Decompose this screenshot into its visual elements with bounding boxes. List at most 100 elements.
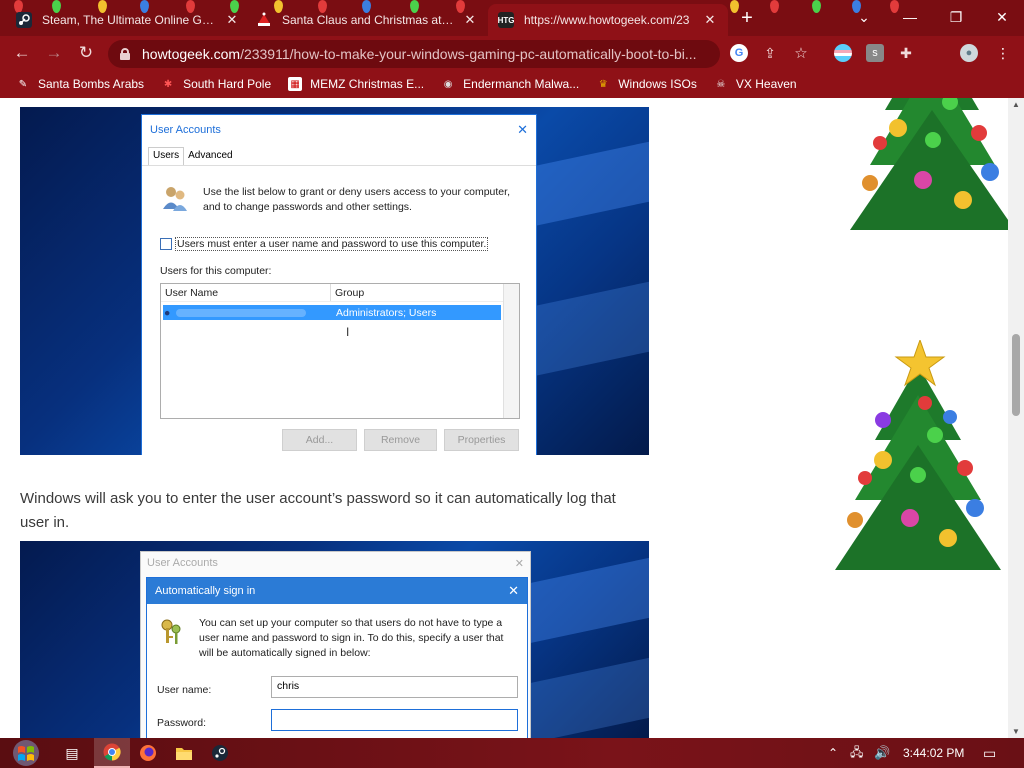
close-icon: ✕ <box>514 557 524 570</box>
bookmark-south-hard-pole[interactable]: ✱ South Hard Pole <box>161 77 271 91</box>
profile-avatar-icon[interactable]: ● <box>960 44 978 62</box>
tab-howtogeek[interactable]: HTG https://www.howtogeek.com/23 ✕ <box>488 4 728 36</box>
extension-flag-icon[interactable] <box>834 44 852 62</box>
bookmark-windows-isos[interactable]: ♛ Windows ISOs <box>596 77 697 91</box>
background-dialog-title: User Accounts <box>147 557 218 569</box>
steam-taskbar-button[interactable] <box>202 738 238 768</box>
bookmark-label: MEMZ Christmas E... <box>310 77 425 91</box>
bookmark-star-icon[interactable]: ☆ <box>792 44 810 62</box>
users-list-header: User Name Group <box>161 284 519 302</box>
close-icon: ✕ <box>517 122 528 137</box>
steam-icon <box>16 12 32 28</box>
user-icon: ● <box>164 306 171 319</box>
share-icon[interactable]: ⇪ <box>761 44 779 62</box>
extensions-puzzle-icon[interactable]: ✚ <box>897 44 915 62</box>
bookmark-endermanch-malware[interactable]: ◉ Endermanch Malwa... <box>441 77 579 91</box>
menu-kebab-icon[interactable]: ⋮ <box>994 44 1012 62</box>
tab-strip: Steam, The Ultimate Online Gam ✕ Santa C… <box>0 0 1024 36</box>
maximize-button[interactable]: ❐ <box>944 6 968 28</box>
windows-isos-icon: ♛ <box>598 78 608 90</box>
task-view-icon[interactable]: ▤ <box>54 738 90 768</box>
firefox-taskbar-button[interactable] <box>130 738 166 768</box>
start-button[interactable] <box>8 738 44 768</box>
users-list-label: Users for this computer: <box>160 265 272 277</box>
network-icon[interactable]: 🖧 <box>850 738 863 768</box>
username-field: chris <box>271 676 518 698</box>
dialog-description: Use the list below to grant or deny user… <box>203 186 510 213</box>
close-tab-icon[interactable]: ✕ <box>224 12 240 28</box>
memz-icon: ▦ <box>288 77 303 91</box>
htg-icon: HTG <box>498 12 514 28</box>
bookmark-santa-bombs-arabs[interactable]: ✎ Santa Bombs Arabs <box>16 77 144 91</box>
folder-icon <box>176 748 192 760</box>
require-password-checkbox-row: Users must enter a user name and passwor… <box>160 237 489 251</box>
dialog-description: You can set up your computer so that use… <box>199 617 504 659</box>
username-label: User name: <box>157 684 212 696</box>
bookmark-memz-christmas[interactable]: ▦ MEMZ Christmas E... <box>288 77 424 91</box>
close-tab-icon[interactable]: ✕ <box>702 12 718 28</box>
extension-s-icon[interactable]: s <box>866 44 884 62</box>
christmas-tree-decoration <box>830 338 1005 578</box>
windows-logo-icon <box>13 740 39 766</box>
clock[interactable]: 3:44:02 PM <box>903 738 964 768</box>
file-explorer-taskbar-button[interactable] <box>166 738 202 768</box>
reload-button[interactable]: ↻ <box>75 42 97 64</box>
tab-santa[interactable]: Santa Claus and Christmas at the ✕ <box>246 4 488 36</box>
back-button[interactable]: ← <box>11 42 33 64</box>
snowflake-icon: ✱ <box>163 78 173 90</box>
tab-search-icon[interactable]: ⌄ <box>852 6 876 28</box>
password-label: Password: <box>157 717 207 729</box>
christmas-tree-decoration <box>845 98 1008 238</box>
windows-taskbar: ▤ ⌃ 🖧 🔊 3:44:02 PM ▭ <box>0 738 1024 768</box>
forward-button[interactable]: → <box>43 42 65 64</box>
bookmark-vx-heaven[interactable]: ☠ VX Heaven <box>714 77 796 91</box>
scroll-up-icon[interactable]: ▲ <box>1008 100 1024 109</box>
article-image-auto-sign-in: User Accounts ✕ Automatically sign in ✕ … <box>20 541 649 738</box>
bookmark-label: Santa Bombs Arabs <box>38 77 145 91</box>
tab-advanced: Advanced <box>188 150 233 161</box>
text-cursor-icon: I <box>346 325 350 339</box>
column-group: Group <box>335 287 365 299</box>
column-username: User Name <box>161 284 331 301</box>
new-tab-button[interactable]: + <box>737 8 757 29</box>
auto-sign-in-dialog: Automatically sign in ✕ You can set up y… <box>146 577 528 738</box>
scrollbar-thumb[interactable] <box>1012 334 1020 416</box>
table-row: ● Administrators; Users <box>163 305 501 320</box>
tab-title: https://www.howtogeek.com/23 <box>524 13 690 27</box>
users-icon <box>160 183 190 213</box>
scroll-down-icon[interactable]: ▼ <box>1008 727 1024 736</box>
google-lens-icon[interactable]: G <box>730 44 748 62</box>
users-list: User Name Group ● Administrators; Users <box>160 283 520 419</box>
action-center-icon[interactable]: ▭ <box>983 738 996 768</box>
tab-steam[interactable]: Steam, The Ultimate Online Gam ✕ <box>6 4 250 36</box>
chrome-icon <box>103 743 121 761</box>
raccoon-icon: ◉ <box>443 78 453 90</box>
show-hidden-icons-icon[interactable]: ⌃ <box>828 738 838 768</box>
keys-icon <box>157 616 187 646</box>
background-dialog-titlebar: User Accounts ✕ <box>141 552 530 574</box>
santa-icon <box>256 12 272 28</box>
minimize-button[interactable]: — <box>898 6 922 28</box>
firefox-icon <box>140 745 156 761</box>
dialog-titlebar: User Accounts ✕ <box>142 115 536 145</box>
bookmark-label: Endermanch Malwa... <box>463 77 580 91</box>
dialog-title: User Accounts <box>150 124 221 136</box>
steam-icon <box>212 745 228 761</box>
close-tab-icon[interactable]: ✕ <box>462 12 478 28</box>
require-password-checkbox <box>160 238 172 250</box>
chrome-taskbar-button[interactable] <box>94 738 130 768</box>
article-paragraph: Windows will ask you to enter the user a… <box>20 490 616 531</box>
browser-toolbar: ← → ↻ howtogeek.com/233911/how-to-make-y… <box>0 36 1024 70</box>
row-group: Administrators; Users <box>336 306 437 319</box>
close-window-button[interactable]: ✕ <box>990 6 1014 28</box>
address-bar[interactable]: howtogeek.com/233911/how-to-make-your-wi… <box>108 40 720 68</box>
dialog-title: Automatically sign in <box>155 585 256 597</box>
bookmark-label: South Hard Pole <box>183 77 272 91</box>
volume-icon[interactable]: 🔊 <box>874 738 890 768</box>
add-button: Add... <box>282 429 357 451</box>
close-icon: ✕ <box>508 583 519 598</box>
tab-users: Users <box>148 147 185 165</box>
password-field <box>271 709 518 731</box>
page-scrollbar[interactable]: ▲ ▼ <box>1008 98 1024 738</box>
skull-icon: ☠ <box>716 78 726 90</box>
